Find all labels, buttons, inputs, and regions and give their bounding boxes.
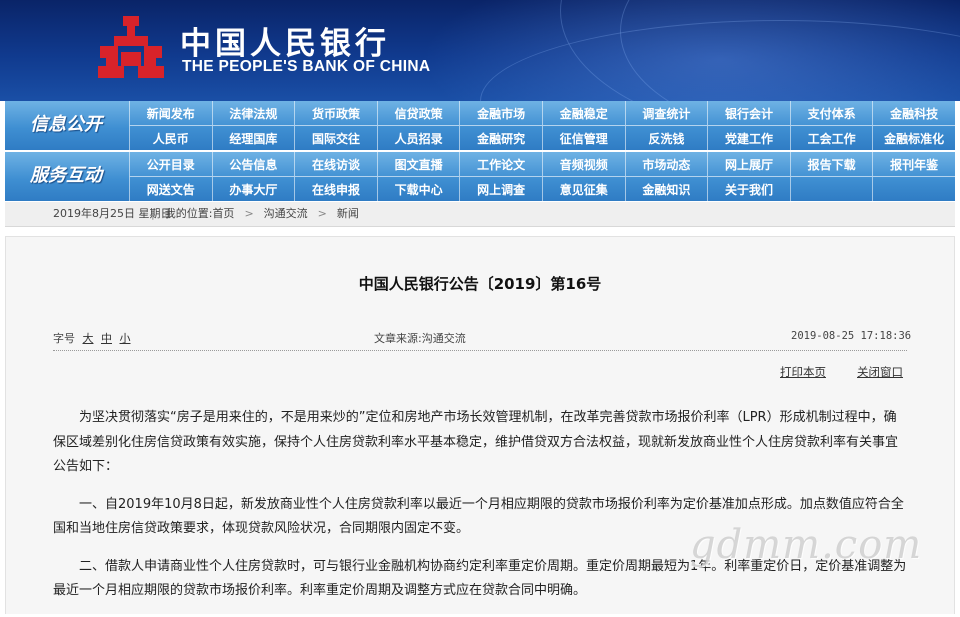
font-size-small-link[interactable]: 小 xyxy=(120,332,131,345)
nav-item[interactable]: 信贷政策 xyxy=(376,101,460,125)
font-size-label: 字号 xyxy=(53,332,75,345)
nav-item[interactable]: 人员招录 xyxy=(376,126,460,150)
nav-grid: 公开目录 公告信息 在线访谈 图文直播 工作论文 音频视频 市场动态 网上展厅 … xyxy=(129,152,955,201)
nav-info-disclosure: 信息公开 新闻发布 法律法规 货币政策 信贷政策 金融市场 金融稳定 调查统计 … xyxy=(5,101,955,150)
nav-item[interactable]: 网上展厅 xyxy=(707,152,790,176)
nav-item[interactable]: 金融标准化 xyxy=(872,126,955,150)
nav-item[interactable]: 新闻发布 xyxy=(129,101,212,125)
nav-item[interactable]: 工会工作 xyxy=(789,126,873,150)
nav-item[interactable]: 市场动态 xyxy=(624,152,708,176)
nav-section-title: 信息公开 xyxy=(30,114,102,135)
nav-item[interactable]: 工作论文 xyxy=(459,152,542,176)
nav-item[interactable]: 金融科技 xyxy=(872,101,955,125)
nav-item[interactable]: 征信管理 xyxy=(541,126,625,150)
breadcrumb-chevron-icon: > xyxy=(244,207,254,220)
nav-item-empty xyxy=(789,177,873,201)
nav-item[interactable]: 在线申报 xyxy=(294,177,377,201)
nav-item[interactable]: 关于我们 xyxy=(707,177,790,201)
article-timestamp: 2019-08-25 17:18:36 xyxy=(791,330,912,342)
breadcrumb-separator: | xyxy=(151,207,155,220)
breadcrumb-section-link[interactable]: 沟通交流 xyxy=(264,207,308,220)
pboc-logo-icon[interactable] xyxy=(96,14,166,80)
article-source: 文章来源:沟通交流 xyxy=(374,332,466,345)
meta-divider xyxy=(53,350,907,351)
nav-item-empty xyxy=(872,177,955,201)
site-banner: 中国人民银行 THE PEOPLE'S BANK OF CHINA xyxy=(0,0,960,101)
font-size-large-link[interactable]: 大 xyxy=(83,332,94,345)
nav-item[interactable]: 经理国库 xyxy=(211,126,295,150)
nav-item[interactable]: 支付体系 xyxy=(789,101,873,125)
nav-item[interactable]: 反洗钱 xyxy=(624,126,708,150)
nav-item[interactable]: 法律法规 xyxy=(211,101,295,125)
font-size-medium-link[interactable]: 中 xyxy=(101,332,112,345)
bank-name-cn: 中国人民银行 xyxy=(180,26,390,62)
nav-item[interactable]: 党建工作 xyxy=(707,126,790,150)
nav-item[interactable]: 国际交往 xyxy=(294,126,377,150)
nav-item[interactable]: 网送文告 xyxy=(129,177,212,201)
nav-item[interactable]: 音频视频 xyxy=(541,152,625,176)
site-watermark: gdmm.com xyxy=(690,522,923,568)
nav-item[interactable]: 金融市场 xyxy=(459,101,542,125)
bank-name-en: THE PEOPLE'S BANK OF CHINA xyxy=(182,58,431,75)
nav-item[interactable]: 金融稳定 xyxy=(541,101,625,125)
article-title: 中国人民银行公告〔2019〕第16号 xyxy=(358,275,602,293)
nav-item[interactable]: 报告下载 xyxy=(789,152,873,176)
nav-item[interactable]: 人民币 xyxy=(129,126,212,150)
nav-item[interactable]: 下载中心 xyxy=(376,177,460,201)
nav-item[interactable]: 图文直播 xyxy=(376,152,460,176)
article-meta: 字号 大 中 小 文章来源:沟通交流 2019-08-25 17:18:36 xyxy=(6,330,954,348)
breadcrumb-current-link[interactable]: 新闻 xyxy=(337,207,359,220)
nav-grid: 新闻发布 法律法规 货币政策 信贷政策 金融市场 金融稳定 调查统计 银行会计 … xyxy=(129,101,955,150)
nav-item[interactable]: 在线访谈 xyxy=(294,152,377,176)
nav-item[interactable]: 报刊年鉴 xyxy=(872,152,955,176)
nav-item[interactable]: 意见征集 xyxy=(541,177,625,201)
breadcrumb-trail: | 我的位置:首页 > 沟通交流 > 新闻 xyxy=(141,202,359,226)
nav-item[interactable]: 公开目录 xyxy=(129,152,212,176)
nav-item[interactable]: 办事大厅 xyxy=(211,177,295,201)
nav-item[interactable]: 银行会计 xyxy=(707,101,790,125)
nav-section-title: 服务互动 xyxy=(30,165,102,186)
print-page-link[interactable]: 打印本页 xyxy=(780,364,826,380)
breadcrumb-chevron-icon: > xyxy=(317,207,327,220)
close-window-link[interactable]: 关闭窗口 xyxy=(857,364,903,380)
font-size-control: 字号 大 中 小 xyxy=(53,330,131,346)
breadcrumb: 2019年8月25日 星期日 | 我的位置:首页 > 沟通交流 > 新闻 xyxy=(5,202,955,227)
nav-item[interactable]: 调查统计 xyxy=(624,101,708,125)
nav-item[interactable]: 公告信息 xyxy=(211,152,295,176)
nav-item[interactable]: 网上调查 xyxy=(459,177,542,201)
nav-item[interactable]: 金融研究 xyxy=(459,126,542,150)
article-paragraph: 为坚决贯彻落实“房子是用来住的，不是用来炒的”定位和房地产市场长效管理机制，在改… xyxy=(53,410,899,474)
nav-service-interaction: 服务互动 公开目录 公告信息 在线访谈 图文直播 工作论文 音频视频 市场动态 … xyxy=(5,152,955,201)
article-body: 为坚决贯彻落实“房子是用来住的，不是用来炒的”定位和房地产市场长效管理机制，在改… xyxy=(53,406,909,617)
breadcrumb-location-label: 我的位置: xyxy=(164,207,213,220)
breadcrumb-home-link[interactable]: 首页 xyxy=(212,207,234,220)
nav-item[interactable]: 货币政策 xyxy=(294,101,377,125)
nav-item[interactable]: 金融知识 xyxy=(624,177,708,201)
